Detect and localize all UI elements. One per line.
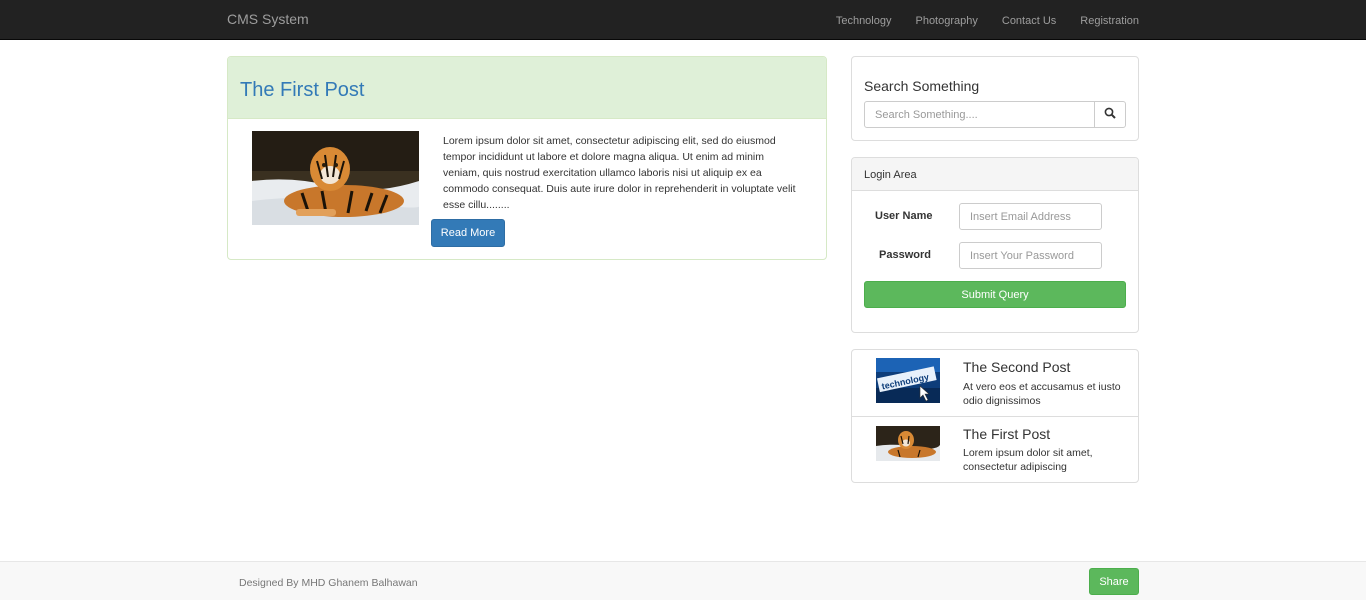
search-panel: Search Something xyxy=(851,56,1139,141)
recent-posts-list: technology The Second Post At vero eos e… xyxy=(851,349,1139,483)
technology-thumbnail: technology xyxy=(876,358,940,403)
nav-link-contact-us[interactable]: Contact Us xyxy=(1002,15,1056,27)
recent-post-excerpt: At vero eos et accusamus et iusto odio d… xyxy=(963,381,1121,407)
nav-menu: Technology Photography Contact Us Regist… xyxy=(836,13,1139,27)
password-input[interactable] xyxy=(959,242,1102,269)
read-more-button[interactable]: Read More xyxy=(431,219,505,247)
main-post-panel: The First Post Lorem ipsum dolor sit ame… xyxy=(227,56,827,260)
search-icon xyxy=(1104,107,1116,119)
login-heading: Login Area xyxy=(852,158,1138,191)
nav-item-technology: Technology xyxy=(836,13,892,27)
recent-post-excerpt: Lorem ipsum dolor sit amet, consectetur … xyxy=(963,447,1093,473)
recent-post-title: The Second Post xyxy=(963,359,1071,375)
nav-item-contact-us: Contact Us xyxy=(1002,13,1056,27)
navbar: CMS System Technology Photography Contac… xyxy=(0,0,1366,40)
search-button[interactable] xyxy=(1094,101,1126,128)
login-panel: Login Area User Name Password Submit Que… xyxy=(851,157,1139,333)
nav-link-technology[interactable]: Technology xyxy=(836,15,892,27)
footer-credit: Designed By MHD Ghanem Balhawan xyxy=(239,577,418,589)
username-label: User Name xyxy=(875,210,933,222)
recent-post-item[interactable]: technology The Second Post At vero eos e… xyxy=(852,350,1138,416)
nav-link-registration[interactable]: Registration xyxy=(1080,15,1139,27)
post-excerpt: Lorem ipsum dolor sit amet, consectetur … xyxy=(443,135,796,211)
nav-link-photography[interactable]: Photography xyxy=(915,15,977,27)
share-button[interactable]: Share xyxy=(1089,568,1139,595)
footer: Designed By MHD Ghanem Balhawan Share xyxy=(0,561,1366,600)
tiger-thumbnail xyxy=(876,426,940,461)
search-input[interactable] xyxy=(864,101,1095,128)
nav-item-registration: Registration xyxy=(1080,13,1139,27)
search-title: Search Something xyxy=(864,78,980,94)
username-input[interactable] xyxy=(959,203,1102,230)
brand-link[interactable]: CMS System xyxy=(227,11,309,27)
nav-item-photography: Photography xyxy=(915,13,977,27)
post-title-link[interactable]: The First Post xyxy=(240,79,364,101)
submit-query-button[interactable]: Submit Query xyxy=(864,281,1126,308)
recent-post-item[interactable]: The First Post Lorem ipsum dolor sit ame… xyxy=(852,416,1138,482)
password-label: Password xyxy=(879,249,931,261)
post-heading: The First Post xyxy=(228,57,826,119)
recent-post-title: The First Post xyxy=(963,426,1051,442)
tiger-image xyxy=(252,131,419,225)
